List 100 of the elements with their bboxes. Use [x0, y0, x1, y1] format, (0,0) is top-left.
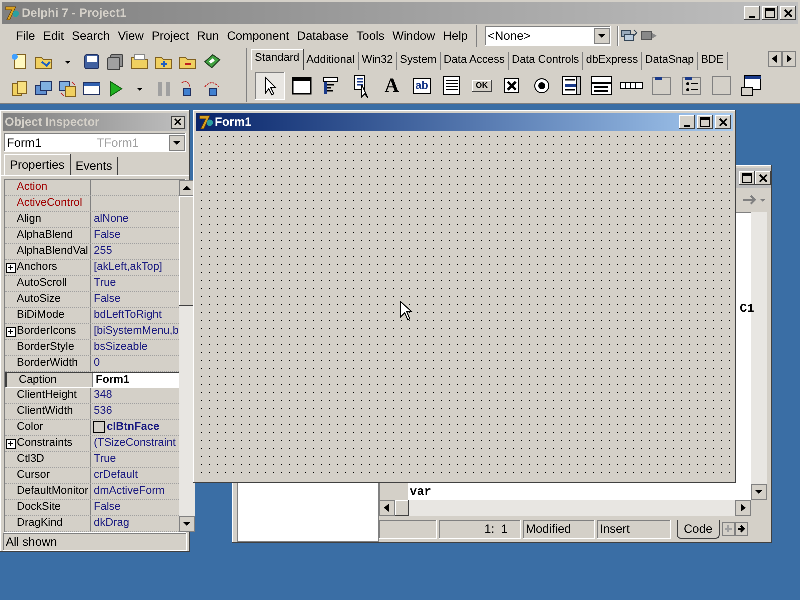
menu-item[interactable]: Tools — [352, 27, 389, 45]
property-row[interactable]: BorderStyle bsSizeable — [5, 340, 179, 356]
inspector-tab[interactable]: Properties — [4, 154, 71, 175]
property-name: DefaultMonitor — [17, 484, 89, 499]
property-row[interactable]: BorderWidth 0 — [5, 356, 179, 372]
open-project-icon[interactable] — [130, 52, 150, 72]
property-row[interactable]: Anchors [akLeft,akTop] — [5, 260, 179, 276]
units-icon[interactable] — [10, 78, 30, 98]
menu-item[interactable]: Window — [388, 27, 440, 45]
property-row[interactable]: Ctl3D True — [5, 452, 179, 468]
property-name: AlphaBlendVal — [17, 244, 88, 259]
button-component-button[interactable]: OK — [472, 80, 492, 92]
menu-item[interactable]: Run — [193, 27, 224, 45]
property-value: 0 — [93, 356, 100, 371]
palette-tab[interactable]: DataSnap — [642, 52, 698, 70]
scroll-left-icon[interactable] — [379, 500, 395, 516]
property-row[interactable]: Align alNone — [5, 212, 179, 228]
expand-icon[interactable] — [5, 262, 17, 274]
property-row[interactable]: AlphaBlendVal 255 — [5, 244, 179, 260]
edit-component-button[interactable]: ab — [412, 78, 432, 94]
maximize-button[interactable] — [697, 115, 713, 129]
menu-item[interactable]: Project — [148, 27, 194, 45]
property-row[interactable]: Color clBtnFace — [5, 420, 179, 436]
property-row[interactable]: Action — [5, 180, 179, 196]
cursor-position: 1: 1 — [439, 520, 521, 538]
minimize-button[interactable] — [744, 6, 760, 20]
property-row[interactable]: BiDiMode bdLeftToRight — [5, 308, 179, 324]
expand-icon[interactable] — [5, 326, 17, 338]
property-row[interactable]: DefaultMonitor dmActiveForm — [5, 484, 179, 500]
vertical-scrollbar[interactable] — [178, 180, 195, 532]
palette-tab[interactable]: Standard — [251, 49, 304, 70]
save-icon[interactable] — [82, 52, 102, 72]
forward-arrow-icon[interactable] — [741, 193, 757, 207]
property-name: Color — [17, 420, 44, 435]
palette-tab[interactable]: Data Access — [440, 52, 509, 70]
tab-navigation-icon[interactable] — [722, 522, 748, 536]
palette-tab[interactable]: Win32 — [358, 52, 398, 70]
property-row[interactable]: DockSite False — [5, 500, 179, 516]
property-row[interactable]: BorderIcons [biSystemMenu,b — [5, 324, 179, 340]
close-button[interactable] — [755, 171, 771, 185]
scroll-thumb[interactable] — [395, 500, 409, 516]
menu-item[interactable]: Database — [293, 27, 353, 45]
menu-item[interactable]: Help — [439, 27, 472, 45]
property-row[interactable]: ActiveControl — [5, 196, 179, 212]
property-row[interactable]: ClientWidth 536 — [5, 404, 179, 420]
palette-tab[interactable]: System — [397, 52, 441, 70]
scroll-down-icon[interactable] — [178, 516, 195, 532]
scroll-left-icon[interactable] — [768, 51, 782, 67]
close-icon[interactable] — [171, 116, 185, 128]
menu-item[interactable]: Component — [223, 27, 294, 45]
maximize-button[interactable] — [762, 6, 778, 20]
property-name: AutoScroll — [17, 276, 68, 291]
inspector-tab[interactable]: Events — [70, 157, 118, 175]
modified-status: Modified — [523, 520, 595, 538]
palette-tab[interactable]: Additional — [304, 52, 359, 70]
menu-item[interactable]: Search — [68, 27, 114, 45]
property-value: 255 — [93, 244, 112, 259]
minimize-button[interactable] — [679, 115, 695, 129]
object-name: Form1 — [6, 134, 43, 152]
forms-icon[interactable] — [34, 78, 54, 98]
menu-item[interactable]: File — [12, 27, 40, 45]
property-row[interactable]: AutoSize False — [5, 292, 179, 308]
palette-tab[interactable]: dbExpress — [583, 52, 642, 70]
property-name: Ctl3D — [17, 452, 45, 467]
property-name: Action — [17, 180, 48, 195]
property-name: AutoSize — [17, 292, 62, 307]
property-row[interactable]: Constraints (TSizeConstraint — [5, 436, 179, 452]
property-row[interactable]: ClientHeight 348 — [5, 388, 179, 404]
code-line: C1 — [740, 303, 754, 316]
menu-item[interactable]: Edit — [39, 27, 68, 45]
horizontal-scrollbar[interactable] — [379, 500, 751, 516]
status-text: All shown — [5, 534, 58, 551]
scroll-down-icon[interactable] — [751, 484, 767, 500]
property-value: 348 — [93, 388, 112, 403]
close-button[interactable] — [715, 115, 731, 129]
property-row[interactable]: DragKind dkDrag — [5, 516, 179, 532]
property-row[interactable]: AutoScroll True — [5, 276, 179, 292]
scroll-right-icon[interactable] — [735, 500, 751, 516]
scroll-right-icon[interactable] — [782, 51, 796, 67]
palette-tab[interactable]: Data Controls — [509, 52, 584, 70]
app-logo-icon — [198, 114, 214, 130]
object-selector[interactable]: Form1 TForm1 — [4, 133, 186, 152]
maximize-button[interactable] — [739, 171, 755, 185]
expand-icon[interactable] — [5, 438, 17, 450]
editor-tab[interactable]: Code — [677, 520, 720, 538]
property-row[interactable]: AlphaBlend False — [5, 228, 179, 244]
property-row[interactable]: Cursor crDefault — [5, 468, 179, 484]
scroll-thumb[interactable] — [178, 196, 195, 306]
label-component-button[interactable]: A — [379, 72, 405, 100]
code-line: var — [410, 486, 432, 499]
palette-tab[interactable]: BDE — [698, 52, 728, 70]
property-row[interactable]: Caption Form1 — [5, 372, 179, 388]
close-button[interactable] — [780, 6, 796, 20]
scroll-up-icon[interactable] — [178, 180, 195, 196]
property-name: Align — [17, 212, 42, 227]
component-combo[interactable]: <None> — [485, 26, 612, 46]
menu-item[interactable]: View — [114, 27, 148, 45]
property-value: True — [93, 276, 116, 291]
object-type: TForm1 — [97, 134, 140, 152]
property-value: False — [93, 292, 121, 307]
